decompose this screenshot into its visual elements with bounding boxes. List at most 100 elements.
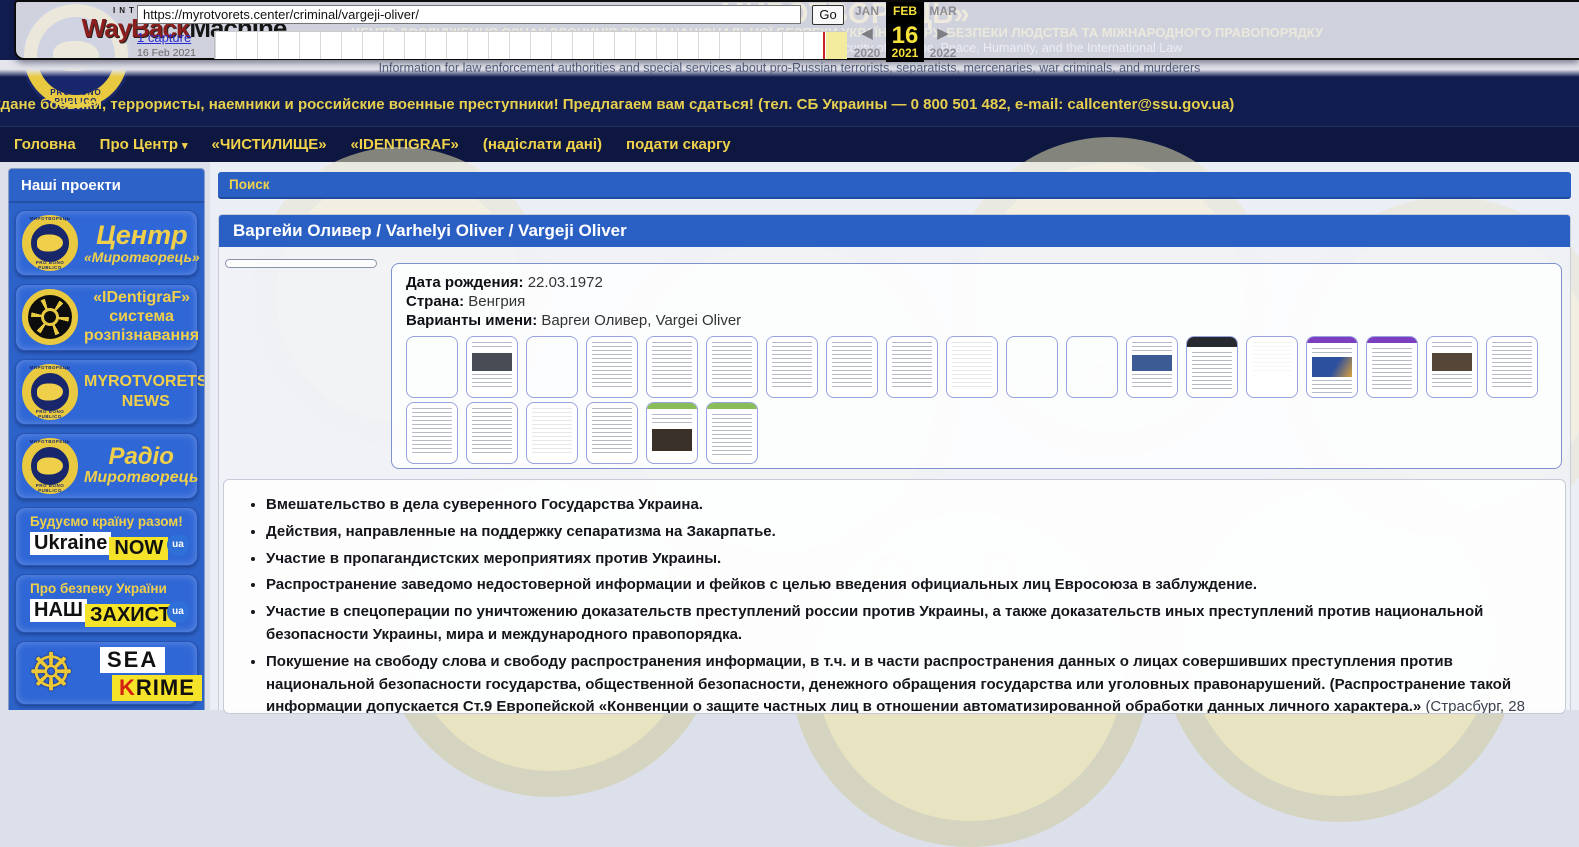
field-name-variants: Варианты имени: Варгеи Оливер, Vargei Ol… [406,312,1547,329]
gallery-thumbnail[interactable] [1246,336,1298,398]
myrotvorets-emblem-icon: МИРОТВОРЕЦЬ PRO BONO PUBLICO [22,364,78,420]
sidebar-item-sea-krime[interactable]: ☸ SEA KRIME [15,641,198,705]
profile-panel: Варгейи Оливер / Varhelyi Oliver / Varge… [218,214,1571,710]
main-navbar: Головна Про Центр▾ «ЧИСТИЛИЩЕ» «IDENTIGR… [0,126,1579,162]
timeline-highlight [826,32,847,59]
gallery-thumbnail[interactable] [406,336,458,398]
main-content: Поиск Варгейи Оливер / Varhelyi Oliver /… [210,162,1579,710]
sidebar-item-radio-myrotvorets[interactable]: МИРОТВОРЕЦЬ PRO BONO PUBLICO Радіо Мирот… [15,433,198,499]
field-value: 22.03.1972 [528,274,603,291]
gallery-thumbnail[interactable] [586,336,638,398]
gallery-thumbnail[interactable] [586,402,638,464]
project-title: MYROTVORETS [84,372,205,392]
project-subtitle: система [84,308,199,327]
ukraine-map-shape [37,383,63,400]
gallery-thumbnail[interactable] [466,336,518,398]
gallery-thumbnail[interactable] [466,402,518,464]
field-value: Варгеи Оливер, Vargei Oliver [541,312,741,329]
captures-link[interactable]: 1 capture [137,30,191,45]
gallery-thumbnail[interactable] [1186,336,1238,398]
prev-capture-arrow-icon[interactable]: ◀ [848,24,886,42]
nav-item-home[interactable]: Головна [2,136,88,153]
project-subtitle: розпізнавання [84,327,199,346]
gallery-thumbnail[interactable] [886,336,938,398]
project-subtitle: Миротворець [84,469,198,487]
ua-badge: ua [167,601,189,623]
project-title: Радіо [84,444,198,469]
charge-item: Участие в пропагандистских мероприятиях … [266,548,1547,571]
nav-item-chystylyshche[interactable]: «ЧИСТИЛИЩЕ» [200,136,339,153]
emblem-ring-text: PRO BONO PUBLICO [25,260,75,270]
gallery-thumbnail[interactable] [766,336,818,398]
field-label: Дата рождения: [406,274,524,291]
ukraine-map-shape [37,235,63,252]
gallery-thumbnail[interactable] [1366,336,1418,398]
timeline-capture-marker [823,32,825,59]
capture-date: 16 Feb 2021 [137,47,196,59]
month-label: JAN [848,4,886,18]
sidebar-header: Наші проекти [9,169,204,203]
brand-word: NOW [109,537,168,560]
field-label: Варианты имени: [406,312,537,329]
brand-word: Ukraine [30,532,111,555]
gallery-thumbnail[interactable] [1126,336,1178,398]
gallery-thumbnail[interactable] [526,336,578,398]
charge-item: Покушение на свободу слова и свободу рас… [266,651,1547,714]
gallery-thumbnail[interactable] [646,402,698,464]
sidebar-item-ukraine-now[interactable]: Будуємо країну разом! UkraineNOW ua [15,507,198,566]
gallery-row [406,336,1547,398]
wayback-toolbar: INTERNET ARCHIVE WayBackMachine Go 1 cap… [14,0,1579,60]
gallery-thumbnail[interactable] [646,336,698,398]
ukraine-map-shape [37,457,63,474]
charge-item: Действия, направленные на поддержку сепа… [266,521,1547,544]
profile-title-bar: Варгейи Оливер / Varhelyi Oliver / Varge… [219,215,1570,247]
calendar-next-month: MAR ▶ 2022 [924,2,962,62]
charges-box: Вмешательство в дела суверенного Государ… [223,479,1566,714]
myrotvorets-emblem-icon: МИРОТВОРЕЦЬ PRO BONO PUBLICO [22,438,78,494]
project-subtitle: «Миротворець» [84,249,200,265]
gallery-thumbnail[interactable] [1006,336,1058,398]
gallery-row [406,402,1547,464]
sidebar-item-nash-zahyst[interactable]: Про безпеку України НАШЗАХИСТ ua [15,574,198,633]
charge-item: Вмешательство в дела суверенного Государ… [266,494,1547,517]
nav-item-complaint[interactable]: подати скаргу [614,136,743,153]
sidebar-item-myrotvorets-news[interactable]: МИРОТВОРЕЦЬ PRO BONO PUBLICO MYROTVORETS… [15,359,198,425]
sidebar-item-center-myrotvorets[interactable]: МИРОТВОРЕЦЬ PRO BONO PUBLICO Центр «Миро… [15,210,198,276]
go-button[interactable]: Go [812,5,844,25]
emblem-ring-text: PRO BONO PUBLICO [25,483,75,493]
gallery-thumbnail[interactable] [1486,336,1538,398]
next-capture-arrow-icon[interactable]: ▶ [924,24,962,42]
captures-timeline[interactable] [214,31,846,59]
empty-progress-pill [225,259,377,268]
gallery-thumbnail[interactable] [1306,336,1358,398]
gallery-thumbnail[interactable] [946,336,998,398]
gallery-thumbnail[interactable] [706,402,758,464]
gallery-thumbnail[interactable] [706,336,758,398]
gallery-thumbnail[interactable] [406,402,458,464]
wayback-url-input[interactable] [137,5,801,24]
gallery-thumbnail[interactable] [1426,336,1478,398]
surrender-ticker: ждане боевики, террористы, наемники и ро… [0,96,1234,113]
field-country: Страна: Венгрия [406,293,1547,310]
gallery-thumbnail[interactable] [826,336,878,398]
charges-list: Вмешательство в дела суверенного Государ… [238,494,1547,714]
emblem-ring-text: МИРОТВОРЕЦЬ [25,439,75,444]
search-bar-label: Поиск [229,177,270,192]
nav-item-about[interactable]: Про Центр▾ [88,136,200,153]
sidebar-item-identigraf[interactable]: «IDentigraF» система розпізнавання [15,284,198,351]
search-bar[interactable]: Поиск [218,172,1571,199]
gallery-thumbnail[interactable] [526,402,578,464]
gallery-thumbnail[interactable] [1066,336,1118,398]
chevron-down-icon: ▾ [182,140,188,152]
brand-word: НАШ [30,599,87,622]
calendar-current-month: FEB 16 2021 [886,2,924,62]
project-title: «IDentigraF» [84,289,199,308]
brand-letters: RIME [136,675,195,700]
project-tagline: Про безпеку України [22,581,191,596]
emblem-ring-text: PRO BONO PUBLICO [25,409,75,419]
charge-item: Распространение заведомо недостоверной и… [266,574,1547,597]
projects-sidebar: Наші проекти МИРОТВОРЕЦЬ PRO BONO PUBLIC… [8,168,205,710]
year-label: 2020 [848,46,886,60]
brand-word: SEA [100,647,165,673]
nav-item-send-data[interactable]: (надіслати дані) [471,136,614,153]
